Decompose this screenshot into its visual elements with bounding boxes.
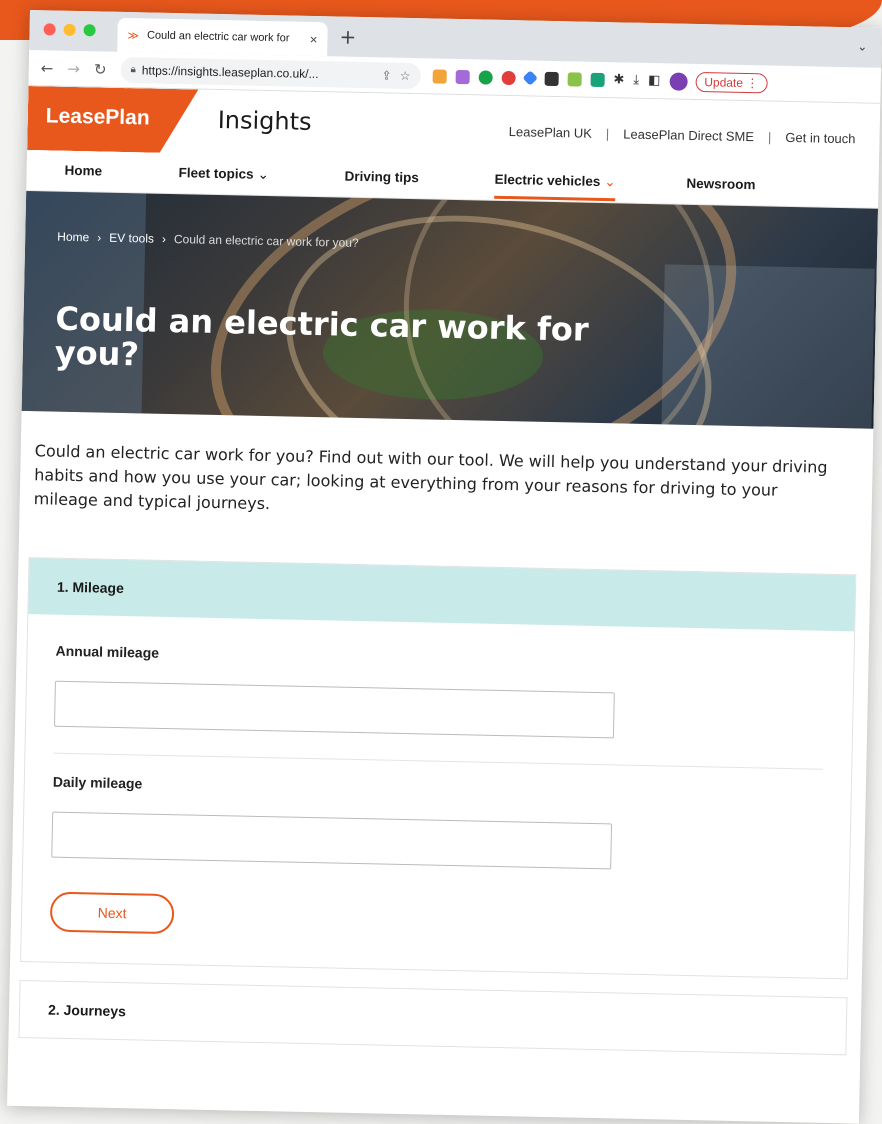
link-leaseplan-uk[interactable]: LeasePlan UK xyxy=(509,124,592,141)
leaseplan-logo[interactable]: LeasePlan xyxy=(46,104,150,130)
url-text: https://insights.leaseplan.co.uk/... xyxy=(141,62,319,81)
share-icon[interactable]: ⇪ xyxy=(381,68,391,82)
nav-fleet-topics-label: Fleet topics xyxy=(178,165,254,182)
annual-mileage-input[interactable] xyxy=(53,680,615,739)
browser-tab[interactable]: ≫ Could an electric car work for × xyxy=(117,17,328,57)
download-icon[interactable]: ⤓ xyxy=(633,73,639,88)
breadcrumb-home[interactable]: Home xyxy=(57,230,89,245)
sidebar-icon[interactable]: ◧ xyxy=(648,73,661,88)
chevron-right-icon: › xyxy=(97,230,102,245)
address-bar[interactable]: 🔒︎ https://insights.leaseplan.co.uk/... … xyxy=(120,56,421,89)
annual-mileage-label: Annual mileage xyxy=(55,642,160,661)
daily-mileage-label: Daily mileage xyxy=(52,773,143,792)
window-controls xyxy=(43,23,96,37)
page-title: Could an electric car work for you? xyxy=(54,299,590,374)
extension-pin-icon[interactable] xyxy=(455,69,470,84)
extension-chart-icon[interactable] xyxy=(432,68,447,84)
nav-electric-vehicles-label: Electric vehicles xyxy=(494,171,601,189)
update-button[interactable]: Update ⋮ xyxy=(695,71,768,93)
mileage-section: 1. Mileage Annual mileage Daily mileage … xyxy=(20,557,857,980)
journeys-section-header[interactable]: 2. Journeys xyxy=(19,981,846,1054)
breadcrumb-ev-tools[interactable]: EV tools xyxy=(109,231,154,246)
nav-electric-vehicles[interactable]: Electric vehicles ⌄ xyxy=(494,171,616,202)
minimize-window-button[interactable] xyxy=(63,23,76,36)
close-window-button[interactable] xyxy=(43,23,56,36)
mileage-section-title: 1. Mileage xyxy=(56,578,125,597)
intro-text: Could an electric car work for you? Find… xyxy=(33,441,828,514)
nav-fleet-topics[interactable]: Fleet topics ⌄ xyxy=(178,165,269,183)
extension-tag-icon[interactable] xyxy=(567,71,582,87)
nav-driving-tips-label: Driving tips xyxy=(344,168,419,186)
daily-mileage-input[interactable] xyxy=(51,811,613,870)
journeys-section: 2. Journeys xyxy=(18,979,848,1056)
nav-driving-tips[interactable]: Driving tips xyxy=(344,169,419,186)
close-tab-icon[interactable]: × xyxy=(310,31,318,46)
extension-red-icon[interactable] xyxy=(501,70,516,85)
extensions-puzzle-icon[interactable]: ✱ xyxy=(613,72,624,87)
nav-newsroom[interactable]: Newsroom xyxy=(686,176,755,192)
chevron-down-icon: ⌄ xyxy=(257,166,270,183)
maximize-window-button[interactable] xyxy=(83,24,96,37)
extension-diamond-icon[interactable] xyxy=(522,70,538,86)
back-arrow-icon[interactable]: ← xyxy=(41,59,54,77)
chevron-right-icon: › xyxy=(161,231,167,246)
nav-home-label: Home xyxy=(64,162,103,179)
link-get-in-touch[interactable]: Get in touch xyxy=(785,130,855,146)
journeys-section-title: 2. Journeys xyxy=(47,1001,127,1020)
extension-square-icon[interactable] xyxy=(590,72,605,87)
top-links: LeasePlan UK | LeasePlan Direct SME | Ge… xyxy=(509,124,856,146)
tab-title: Could an electric car work for xyxy=(146,29,290,45)
extension-grammarly-icon[interactable] xyxy=(478,69,493,85)
next-button[interactable]: Next xyxy=(49,891,175,935)
extension-s-icon[interactable] xyxy=(544,71,559,86)
bookmark-star-icon[interactable]: ☆ xyxy=(400,68,411,82)
profile-avatar-icon[interactable] xyxy=(669,71,688,91)
forward-arrow-icon[interactable]: → xyxy=(67,59,80,77)
nav-newsroom-label: Newsroom xyxy=(686,175,756,193)
update-label: Update xyxy=(704,74,744,90)
reload-icon[interactable]: ↻ xyxy=(94,60,107,78)
insights-title: Insights xyxy=(217,105,312,136)
chevron-down-icon: ⌄ xyxy=(604,174,616,190)
extensions-bar: ✱ ⤓ ◧ xyxy=(432,67,688,91)
browser-window: ≫ Could an electric car work for × + ⌄ ←… xyxy=(7,10,882,1124)
separator: | xyxy=(767,129,772,145)
separator: | xyxy=(605,126,610,142)
mileage-section-body: Annual mileage Daily mileage Next xyxy=(21,614,854,978)
nav-home[interactable]: Home xyxy=(64,163,102,179)
lock-icon: 🔒︎ xyxy=(130,64,136,76)
hero-banner: Home › EV tools › Could an electric car … xyxy=(21,190,879,429)
leaseplan-favicon-icon: ≫ xyxy=(127,29,140,42)
new-tab-button[interactable]: + xyxy=(339,24,356,48)
breadcrumb-current: Could an electric car work for you? xyxy=(173,232,359,250)
tab-search-chevron-icon[interactable]: ⌄ xyxy=(857,39,867,53)
link-leaseplan-direct-sme[interactable]: LeasePlan Direct SME xyxy=(623,126,754,144)
divider xyxy=(53,752,824,770)
